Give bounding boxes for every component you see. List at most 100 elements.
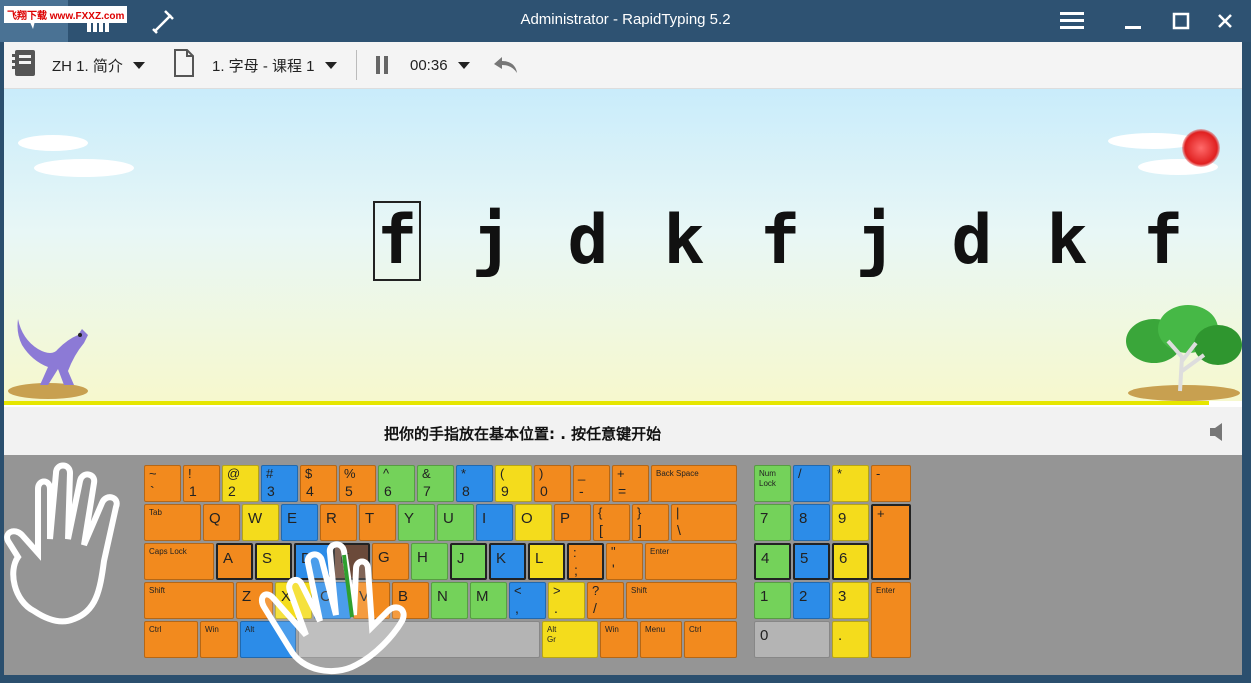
right-hand-icon <box>244 539 414 683</box>
instruction-text: 把你的手指放在基本位置: . 按任意键开始 <box>384 425 662 443</box>
key-left-win[interactable]: Win <box>200 621 238 658</box>
key-j[interactable]: J <box>450 543 487 580</box>
lesson-label: 1. 字母 - 课程 1 <box>212 57 315 75</box>
cloud-left-2 <box>34 159 134 177</box>
speaker-icon[interactable] <box>1208 421 1228 447</box>
course-dropdown[interactable]: ZH 1. 简介 <box>10 42 145 88</box>
key-right-shift[interactable]: Shift <box>626 582 737 619</box>
left-hand-icon <box>4 461 146 641</box>
key-tab[interactable]: Tab <box>144 504 201 541</box>
key-5[interactable]: % 5 <box>339 465 376 502</box>
key-num-9[interactable]: 9 <box>832 504 869 541</box>
letter: d <box>951 201 993 280</box>
key-r[interactable]: R <box>320 504 357 541</box>
key-h[interactable]: H <box>411 543 448 580</box>
course-label: ZH 1. 简介 <box>52 57 123 75</box>
key-num-plus[interactable]: + <box>871 504 911 580</box>
key-num-5[interactable]: 5 <box>793 543 830 580</box>
title-bar: 飞翔下载 www.FXXZ.com Administrator - RapidT… <box>0 0 1251 42</box>
key-k[interactable]: K <box>489 543 526 580</box>
key-num-1[interactable]: 1 <box>754 582 791 619</box>
close-icon[interactable] <box>1210 6 1240 36</box>
key-right-bracket[interactable]: }] <box>632 504 669 541</box>
key-backquote[interactable]: ~ ` <box>144 465 181 502</box>
key-semicolon[interactable]: :; <box>567 543 604 580</box>
key-num-minus[interactable]: - <box>871 465 911 502</box>
key-n[interactable]: N <box>431 582 468 619</box>
key-num-6[interactable]: 6 <box>832 543 869 580</box>
maximize-icon[interactable] <box>1166 6 1196 36</box>
pause-icon <box>376 56 388 74</box>
key-1[interactable]: ! 1 <box>183 465 220 502</box>
key-left-ctrl[interactable]: Ctrl <box>144 621 198 658</box>
letter: f <box>759 201 801 280</box>
key-w[interactable]: W <box>242 504 279 541</box>
key-num-multiply[interactable]: * <box>832 465 869 502</box>
key-comma[interactable]: <, <box>509 582 546 619</box>
key-quote[interactable]: " ' <box>606 543 643 580</box>
key-4[interactable]: $4 <box>300 465 337 502</box>
current-letter: f <box>373 201 421 281</box>
key-num-decimal[interactable]: . <box>832 621 869 658</box>
key-num-0[interactable]: 0 <box>754 621 830 658</box>
chevron-down-icon <box>457 61 470 69</box>
timer-dropdown[interactable]: 00:36 <box>410 42 470 88</box>
key-backslash[interactable]: | \ <box>671 504 737 541</box>
document-icon <box>172 48 196 82</box>
key-num-divide[interactable]: / <box>793 465 830 502</box>
key-p[interactable]: P <box>554 504 591 541</box>
key-alt-gr[interactable]: Alt Gr <box>542 621 598 658</box>
undo-button[interactable] <box>492 42 520 88</box>
key-right-ctrl[interactable]: Ctrl <box>684 621 737 658</box>
key-num-enter[interactable]: Enter <box>871 582 911 658</box>
key-period[interactable]: >. <box>548 582 585 619</box>
key-2[interactable]: @2 <box>222 465 259 502</box>
key-3[interactable]: #3 <box>261 465 298 502</box>
key-o[interactable]: O <box>515 504 552 541</box>
key-8[interactable]: * 8 <box>456 465 493 502</box>
key-num-7[interactable]: 7 <box>754 504 791 541</box>
key-6[interactable]: ^ 6 <box>378 465 415 502</box>
key-right-win[interactable]: Win <box>600 621 638 658</box>
key-l[interactable]: L <box>528 543 565 580</box>
key-num-8[interactable]: 8 <box>793 504 830 541</box>
key-num-2[interactable]: 2 <box>793 582 830 619</box>
key-numlock[interactable]: Num Lock <box>754 465 791 502</box>
key-capslock[interactable]: Caps Lock <box>144 543 214 580</box>
key-slash[interactable]: ? / <box>587 582 624 619</box>
key-left-bracket[interactable]: {[ <box>593 504 630 541</box>
key-7[interactable]: & 7 <box>417 465 454 502</box>
exercise-area[interactable]: f j d k f j d k f <box>4 89 1242 407</box>
key-left-shift[interactable]: Shift <box>144 582 234 619</box>
lesson-dropdown[interactable]: 1. 字母 - 课程 1 <box>172 42 337 88</box>
key-9[interactable]: (9 <box>495 465 532 502</box>
kangaroo-mascot-icon <box>8 309 98 403</box>
status-bar: 把你的手指放在基本位置: . 按任意键开始 <box>4 407 1242 455</box>
progress-bar <box>4 401 1209 405</box>
key-equals[interactable]: + = <box>612 465 649 502</box>
key-enter[interactable]: Enter <box>645 543 737 580</box>
letter: j <box>471 201 513 280</box>
key-q[interactable]: Q <box>203 504 240 541</box>
key-y[interactable]: Y <box>398 504 435 541</box>
minimize-icon[interactable] <box>1118 6 1148 36</box>
key-num-4[interactable]: 4 <box>754 543 791 580</box>
key-t[interactable]: T <box>359 504 396 541</box>
key-0[interactable]: ) 0 <box>534 465 571 502</box>
undo-icon <box>494 57 517 73</box>
key-num-3[interactable]: 3 <box>832 582 869 619</box>
key-backspace[interactable]: Back Space <box>651 465 737 502</box>
key-e[interactable]: E <box>281 504 318 541</box>
menu-icon[interactable] <box>1057 6 1087 36</box>
key-u[interactable]: U <box>437 504 474 541</box>
key-menu[interactable]: Menu <box>640 621 682 658</box>
key-minus[interactable]: _ - <box>573 465 610 502</box>
key-m[interactable]: M <box>470 582 507 619</box>
key-i[interactable]: I <box>476 504 513 541</box>
letter: f <box>1142 201 1184 280</box>
pause-button[interactable] <box>374 42 390 88</box>
letter: k <box>663 201 705 280</box>
keyboard-area: ~ ` ! 1 @2 #3 $4 % 5 ^ 6 & 7 * 8 (9 ) 0 _ - + = B… <box>4 455 1242 675</box>
toolbar: ZH 1. 简介 1. 字母 - 课程 1 00:36 <box>4 42 1242 89</box>
cloud-left <box>18 135 88 151</box>
